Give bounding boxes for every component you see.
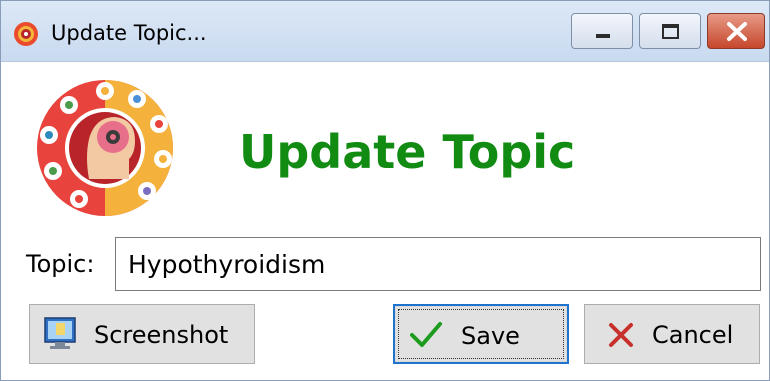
screenshot-button[interactable]: Screenshot (29, 304, 255, 364)
save-label: Save (461, 322, 520, 350)
topic-label: Topic: (26, 250, 95, 278)
topic-input[interactable] (115, 237, 761, 291)
window-title: Update Topic... (51, 21, 207, 45)
brain-gear-icon (14, 22, 38, 46)
restore-icon (662, 24, 679, 39)
x-icon (609, 323, 633, 347)
maximize-button[interactable] (639, 13, 701, 49)
cancel-button[interactable]: Cancel (584, 304, 760, 364)
cancel-label: Cancel (652, 321, 734, 349)
close-icon (727, 22, 747, 41)
title-bar[interactable]: Update Topic... (1, 1, 769, 62)
close-button[interactable] (707, 13, 765, 49)
screenshot-label: Screenshot (94, 321, 229, 349)
minimize-icon (596, 34, 610, 38)
page-title: Update Topic (239, 125, 576, 179)
head-brain-gear-logo (37, 80, 173, 216)
monitor-icon (44, 317, 76, 349)
save-button[interactable]: Save (393, 304, 569, 364)
minimize-button[interactable] (571, 13, 633, 49)
checkmark-icon (410, 322, 442, 347)
dialog-window: Update Topic... Update Topic Topic: Hypo… (0, 0, 770, 381)
